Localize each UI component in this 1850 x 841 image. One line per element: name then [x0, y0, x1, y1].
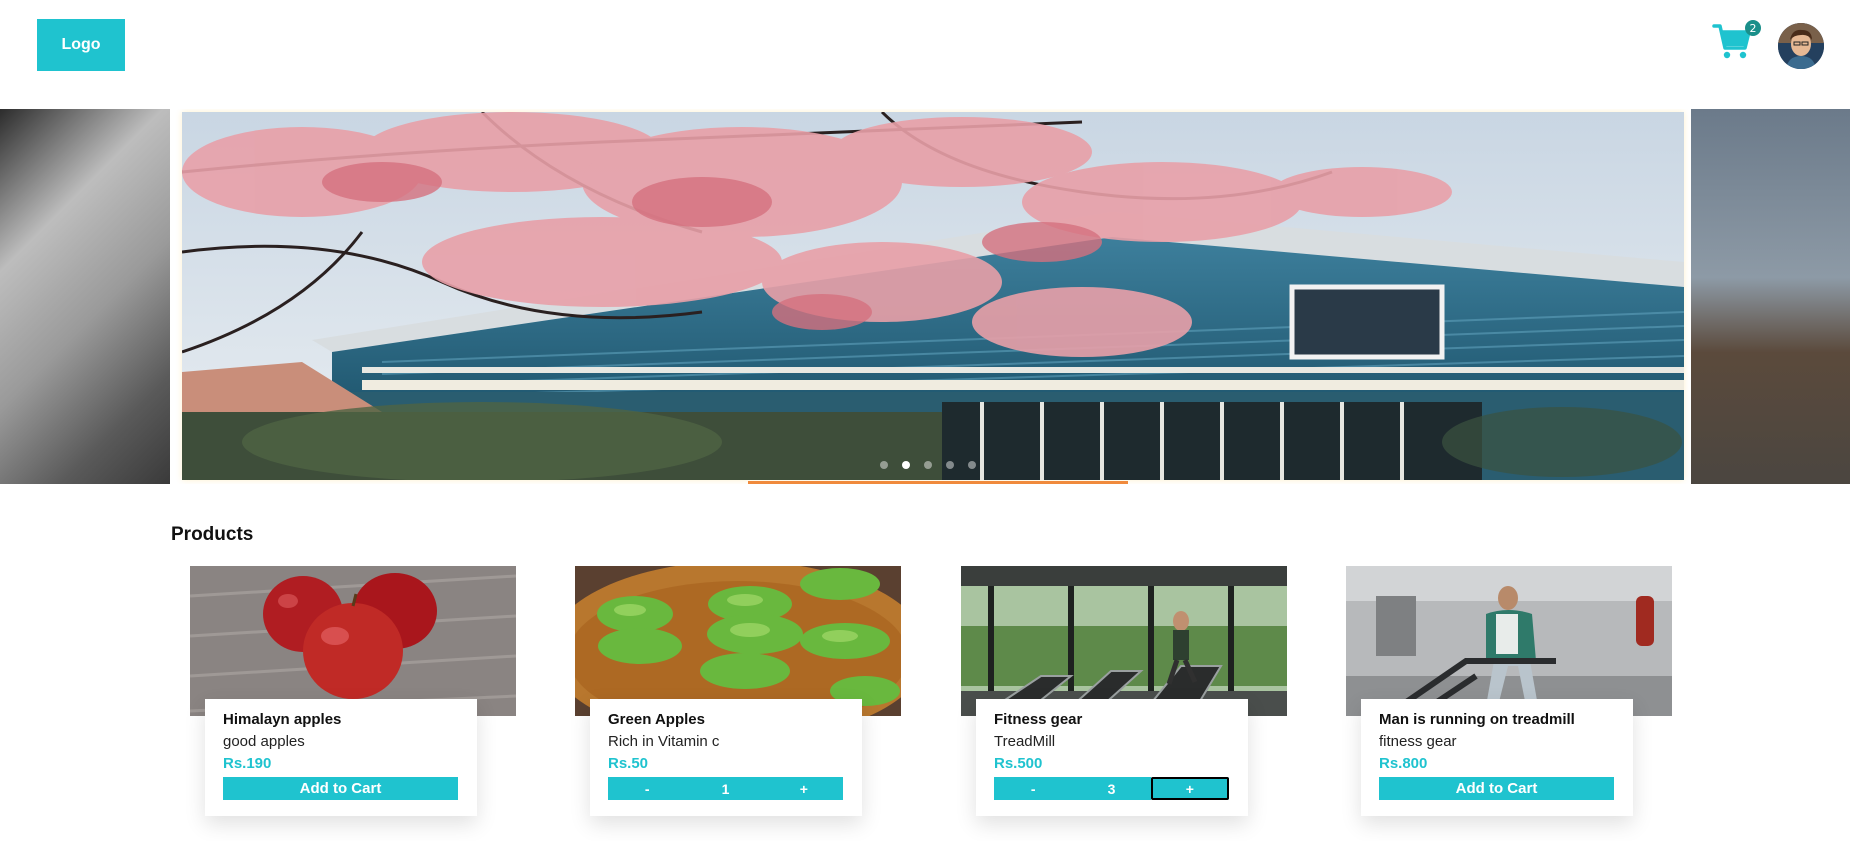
product-name: Himalayn apples	[223, 711, 342, 728]
product-name: Fitness gear	[994, 711, 1083, 728]
carousel-slide-next[interactable]	[1691, 109, 1850, 484]
product-description: Rich in Vitamin c	[608, 733, 720, 750]
quantity-value: 3	[1072, 777, 1151, 800]
carousel-indicators	[880, 461, 976, 469]
house-blossom-image	[182, 112, 1684, 480]
quantity-value: 1	[686, 777, 765, 800]
product-price: Rs.500	[994, 755, 1043, 772]
product-name: Man is running on treadmill	[1379, 711, 1575, 728]
product-description: fitness gear	[1379, 733, 1457, 750]
product-image	[190, 566, 516, 716]
carousel-dot[interactable]	[924, 461, 932, 469]
logo[interactable]: Logo	[37, 19, 125, 71]
avatar[interactable]	[1778, 23, 1824, 69]
product-image	[575, 566, 901, 716]
product-price: Rs.800	[1379, 755, 1428, 772]
green-apples-image	[575, 566, 901, 716]
add-to-cart-button[interactable]: Add to Cart	[223, 777, 458, 800]
product-card: Fitness gear TreadMill Rs.500 - 3 +	[961, 566, 1287, 821]
carousel-slide-active	[182, 112, 1684, 480]
cart-count-badge: 2	[1745, 20, 1761, 36]
decrease-quantity-button[interactable]: -	[994, 777, 1073, 800]
decrease-quantity-button[interactable]: -	[608, 777, 687, 800]
man-running-image	[1346, 566, 1672, 716]
product-price: Rs.50	[608, 755, 649, 772]
product-info: Himalayn apples good apples Rs.190 Add t…	[205, 699, 477, 816]
treadmill-gym-image	[961, 566, 1287, 716]
product-card: Green Apples Rich in Vitamin c Rs.50 - 1…	[575, 566, 901, 821]
product-info: Green Apples Rich in Vitamin c Rs.50 - 1…	[590, 699, 862, 816]
user-avatar-icon	[1778, 23, 1824, 69]
carousel-slide-previous[interactable]	[0, 109, 170, 484]
product-price: Rs.190	[223, 755, 272, 772]
increase-quantity-button[interactable]: +	[764, 777, 843, 800]
carousel-dot-active[interactable]	[902, 461, 910, 469]
header: Logo 2	[0, 0, 1850, 109]
quantity-stepper: - 3 +	[994, 777, 1229, 800]
increase-quantity-button[interactable]: +	[1150, 777, 1229, 800]
product-card: Man is running on treadmill fitness gear…	[1346, 566, 1672, 821]
product-card: Himalayn apples good apples Rs.190 Add t…	[190, 566, 516, 821]
product-description: good apples	[223, 733, 305, 750]
carousel-dot[interactable]	[946, 461, 954, 469]
cart-button[interactable]: 2	[1712, 20, 1761, 62]
add-to-cart-button[interactable]: Add to Cart	[1379, 777, 1614, 800]
hero-carousel[interactable]	[0, 109, 1850, 484]
products-heading: Products	[171, 524, 254, 545]
carousel-dot[interactable]	[968, 461, 976, 469]
product-info: Man is running on treadmill fitness gear…	[1361, 699, 1633, 816]
product-name: Green Apples	[608, 711, 705, 728]
quantity-stepper: - 1 +	[608, 777, 843, 800]
carousel-progress-bar	[748, 481, 1128, 484]
red-apples-image	[190, 566, 516, 716]
product-info: Fitness gear TreadMill Rs.500 - 3 +	[976, 699, 1248, 816]
product-description: TreadMill	[994, 733, 1056, 750]
product-image	[961, 566, 1287, 716]
product-image	[1346, 566, 1672, 716]
carousel-dot[interactable]	[880, 461, 888, 469]
